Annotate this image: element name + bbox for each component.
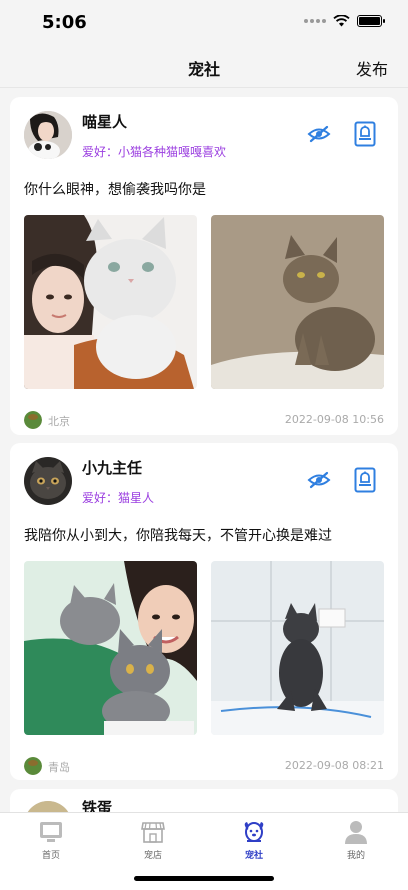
status-icons bbox=[304, 15, 385, 27]
post-card[interactable]: 铁蛋 bbox=[10, 789, 398, 812]
post-date: 2022-09-08 10:56 bbox=[284, 413, 384, 426]
post-text: 我陪你从小到大，你陪我每天，不管开心换是难过 bbox=[24, 528, 332, 544]
avatar[interactable] bbox=[24, 111, 72, 159]
person-icon bbox=[345, 821, 367, 844]
post-photo[interactable] bbox=[24, 561, 197, 735]
post-card[interactable]: 喵星人 爱好：小猫各种猫嘎嘎喜欢 你什么眼神，想偷袭我吗你是 北京 2022-0… bbox=[10, 97, 398, 435]
tab-label: 首页 bbox=[41, 851, 60, 861]
post-username[interactable]: 喵星人 bbox=[82, 111, 127, 132]
report-icon[interactable] bbox=[352, 121, 378, 147]
location-icon bbox=[24, 757, 42, 775]
post-date: 2022-09-08 08:21 bbox=[284, 759, 384, 772]
monitor-icon bbox=[40, 822, 62, 842]
tab-home[interactable]: 首页 bbox=[16, 819, 86, 861]
post-feed[interactable]: 喵星人 爱好：小猫各种猫嘎嘎喜欢 你什么眼神，想偷袭我吗你是 北京 2022-0… bbox=[0, 89, 408, 812]
post-photo[interactable] bbox=[211, 561, 384, 735]
tab-label: 我的 bbox=[346, 851, 365, 861]
location-icon bbox=[24, 411, 42, 429]
wifi-icon bbox=[333, 15, 350, 27]
tab-community[interactable]: 宠社 bbox=[219, 819, 289, 861]
status-bar: 5:06 bbox=[0, 0, 408, 46]
post-card[interactable]: 小九主任 爱好：猫星人 我陪你从小到大，你陪我每天，不管开心换是难过 青岛 20… bbox=[10, 443, 398, 780]
tab-profile[interactable]: 我的 bbox=[321, 819, 391, 861]
home-indicator bbox=[134, 876, 274, 881]
post-username[interactable]: 小九主任 bbox=[82, 457, 142, 478]
post-photo[interactable] bbox=[24, 215, 197, 389]
post-hobby: 爱好：猫星人 bbox=[82, 491, 155, 505]
post-hobby: 爱好：小猫各种猫嘎嘎喜欢 bbox=[82, 145, 227, 159]
avatar[interactable] bbox=[24, 457, 72, 505]
battery-icon bbox=[357, 15, 385, 27]
publish-button[interactable]: 发布 bbox=[356, 56, 388, 80]
store-icon bbox=[141, 822, 165, 843]
signal-icon bbox=[304, 19, 326, 23]
page-title: 宠社 bbox=[187, 60, 220, 79]
tab-label: 宠社 bbox=[244, 851, 263, 861]
nav-bar: 宠社 发布 bbox=[0, 46, 408, 88]
report-icon[interactable] bbox=[352, 467, 378, 493]
post-location: 青岛 bbox=[48, 761, 70, 774]
tab-store[interactable]: 宠店 bbox=[118, 819, 188, 861]
status-time: 5:06 bbox=[42, 12, 87, 33]
tab-label: 宠店 bbox=[143, 851, 162, 861]
hide-eye-icon[interactable] bbox=[306, 121, 332, 147]
post-photo[interactable] bbox=[211, 215, 384, 389]
post-username[interactable]: 铁蛋 bbox=[82, 797, 112, 812]
dog-icon bbox=[244, 822, 264, 842]
hide-eye-icon[interactable] bbox=[306, 467, 332, 493]
post-text: 你什么眼神，想偷袭我吗你是 bbox=[24, 182, 206, 198]
avatar[interactable] bbox=[24, 801, 72, 812]
post-location: 北京 bbox=[48, 415, 70, 428]
